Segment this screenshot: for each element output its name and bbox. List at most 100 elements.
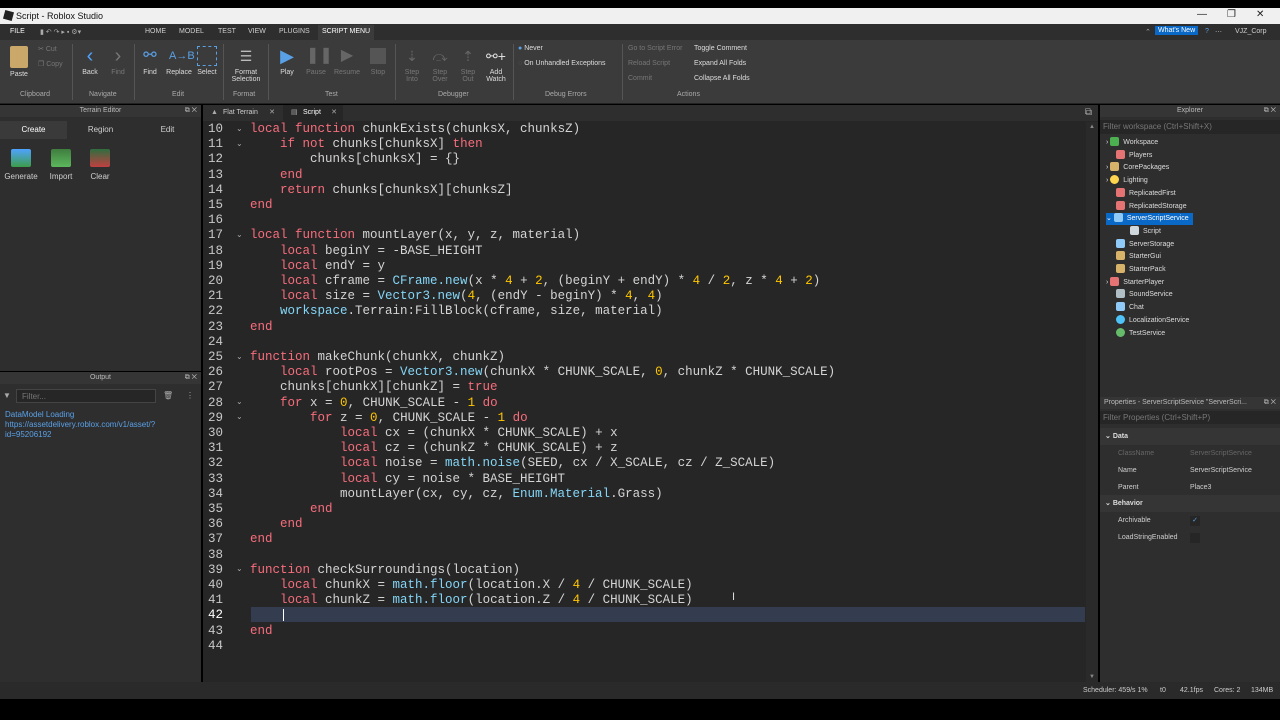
- more-options-icon[interactable]: ⋮: [186, 391, 194, 400]
- property-value[interactable]: ServerScriptService: [1190, 462, 1252, 479]
- whats-new-button[interactable]: What's New: [1155, 26, 1199, 35]
- play-button[interactable]: ▶ Play: [274, 46, 300, 76]
- fold-arrow-icon[interactable]: ⌄: [236, 230, 243, 239]
- fold-arrow-icon[interactable]: ⌄: [236, 139, 243, 148]
- archivable-checkbox[interactable]: ✓: [1190, 516, 1200, 526]
- never-radio[interactable]: ● Never: [518, 45, 543, 52]
- property-row-archivable[interactable]: Archivable ✓: [1100, 512, 1280, 529]
- loadstring-checkbox[interactable]: [1190, 533, 1200, 543]
- share-icon[interactable]: ⋯: [1215, 28, 1222, 36]
- split-view-icon[interactable]: ⧉: [1085, 107, 1092, 118]
- tab-model[interactable]: MODEL: [179, 28, 204, 35]
- tab-region[interactable]: Region: [67, 121, 134, 139]
- expand-arrow-icon[interactable]: ›: [1106, 164, 1108, 171]
- resume-button[interactable]: ▶ Resume: [333, 46, 361, 76]
- step-into-button[interactable]: ⇣ Step Into: [400, 46, 424, 83]
- property-row-classname[interactable]: ClassName ServerScriptService: [1100, 445, 1280, 462]
- fold-arrow-icon[interactable]: ⌄: [236, 412, 243, 421]
- find-button[interactable]: ⚯ Find: [138, 46, 162, 76]
- replace-button[interactable]: A→B Replace: [165, 46, 195, 76]
- tree-item-soundservice[interactable]: SoundService: [1116, 289, 1173, 301]
- tree-item-lighting[interactable]: › Lighting: [1106, 175, 1148, 187]
- commit-button[interactable]: Commit: [628, 75, 652, 82]
- quick-access-icons[interactable]: ▮ ↶ ↷ ▸ ▪ ⚙▾: [40, 28, 81, 36]
- property-value[interactable]: Place3: [1190, 479, 1211, 496]
- tab-plugins[interactable]: PLUGINS: [279, 28, 310, 35]
- tree-item-chat[interactable]: Chat: [1116, 302, 1144, 314]
- toggle-comment-button[interactable]: Toggle Comment: [694, 45, 747, 52]
- section-data[interactable]: ⌄ Data: [1100, 428, 1280, 445]
- tab-script-menu[interactable]: SCRIPT MENU: [318, 25, 375, 40]
- fold-arrow-icon[interactable]: ⌄: [236, 397, 243, 406]
- explorer-filter-input[interactable]: Filter workspace (Ctrl+Shift+X): [1100, 120, 1280, 134]
- panel-controls-icon[interactable]: ⧉ ✕: [185, 372, 197, 384]
- stop-button[interactable]: Stop: [366, 46, 390, 76]
- expand-arrow-icon[interactable]: ›: [1106, 279, 1108, 286]
- collapse-arrow-icon[interactable]: ⌄: [1106, 215, 1112, 222]
- copy-button[interactable]: ❐ Copy: [38, 60, 63, 68]
- panel-controls-icon[interactable]: ⧉ ✕: [1263, 397, 1276, 409]
- code-area[interactable]: 10 ⌄ local function chunkExists(chunksX,…: [203, 122, 1098, 682]
- tab-flat-terrain[interactable]: ▲ Flat Terrain ✕: [203, 105, 281, 121]
- tab-script[interactable]: ▤ Script ✕: [283, 105, 343, 121]
- filter-icon[interactable]: ▼: [3, 391, 13, 400]
- tree-item-startergui[interactable]: StarterGui: [1116, 251, 1161, 263]
- generate-button[interactable]: Generate: [2, 149, 40, 181]
- property-row-name[interactable]: Name ServerScriptService: [1100, 462, 1280, 479]
- clear-output-icon[interactable]: 🗑: [163, 391, 173, 400]
- editor-scrollbar[interactable]: ▲ ▼: [1086, 122, 1098, 682]
- tree-item-corepackages[interactable]: › CorePackages: [1106, 162, 1169, 174]
- fold-arrow-icon[interactable]: ⌄: [236, 564, 243, 573]
- import-button[interactable]: Import: [42, 149, 80, 181]
- step-out-button[interactable]: ⇡ Step Out: [456, 46, 480, 83]
- properties-filter-input[interactable]: Filter Properties (Ctrl+Shift+P): [1100, 411, 1280, 424]
- property-row-loadstringenabled[interactable]: LoadStringEnabled: [1100, 529, 1280, 546]
- tree-item-serverstorage[interactable]: ServerStorage: [1116, 238, 1174, 251]
- expand-all-folds-button[interactable]: Expand All Folds: [694, 60, 746, 67]
- tab-view[interactable]: VIEW: [248, 28, 266, 35]
- minimize-button[interactable]: —: [1197, 9, 1207, 20]
- back-button[interactable]: ‹ Back: [78, 46, 102, 76]
- tree-item-testservice[interactable]: TestService: [1116, 327, 1165, 340]
- scroll-up-icon[interactable]: ▲: [1089, 124, 1095, 130]
- clear-button[interactable]: Clear: [81, 149, 119, 181]
- close-button[interactable]: ✕: [1256, 9, 1264, 20]
- maximize-button[interactable]: ❐: [1227, 9, 1236, 20]
- cut-button[interactable]: ✂ Cut: [38, 45, 57, 53]
- tree-item-replicatedfirst[interactable]: ReplicatedFirst: [1116, 187, 1176, 200]
- section-behavior[interactable]: ⌄ Behavior: [1100, 495, 1280, 512]
- property-row-parent[interactable]: Parent Place3: [1100, 479, 1280, 496]
- output-filter-input[interactable]: Filter...: [16, 389, 156, 403]
- tab-edit[interactable]: Edit: [134, 121, 201, 139]
- tab-test[interactable]: TEST: [218, 28, 236, 35]
- tree-item-localizationservice[interactable]: LocalizationService: [1116, 314, 1189, 327]
- pause-button[interactable]: ❚❚ Pause: [304, 46, 333, 76]
- tab-create[interactable]: Create: [0, 121, 67, 139]
- tree-item-starterpack[interactable]: StarterPack: [1116, 264, 1166, 276]
- close-tab-icon[interactable]: ✕: [269, 105, 275, 121]
- help-icon[interactable]: ?: [1205, 28, 1209, 35]
- expand-arrow-icon[interactable]: ›: [1106, 139, 1108, 146]
- format-selection-button[interactable]: ☰ Format Selection: [226, 46, 266, 83]
- scroll-down-icon[interactable]: ▼: [1089, 674, 1095, 680]
- tree-item-players[interactable]: Players: [1116, 149, 1152, 162]
- fold-arrow-icon[interactable]: ⌄: [236, 124, 243, 133]
- tree-item-script[interactable]: Script: [1130, 225, 1161, 238]
- navigate-find-button[interactable]: › Find: [106, 46, 130, 76]
- select-button[interactable]: Select: [195, 46, 219, 76]
- tree-item-starterplayer[interactable]: › StarterPlayer: [1106, 276, 1164, 289]
- expand-arrow-icon[interactable]: ›: [1106, 177, 1108, 184]
- collapse-ribbon-icon[interactable]: ⌃: [1145, 28, 1151, 36]
- collapse-all-folds-button[interactable]: Collapse All Folds: [694, 75, 750, 82]
- user-name[interactable]: VJZ_Corp: [1235, 28, 1267, 35]
- close-tab-icon[interactable]: ✕: [331, 105, 337, 121]
- tree-item-serverscriptservice[interactable]: ⌄ ServerScriptService: [1106, 213, 1193, 226]
- paste-button[interactable]: Paste: [6, 46, 32, 78]
- panel-controls-icon[interactable]: ⧉ ✕: [185, 105, 197, 117]
- go-to-script-error-button[interactable]: Go to Script Error: [628, 45, 682, 52]
- step-over-button[interactable]: ⤼ Step Over: [428, 46, 452, 83]
- add-watch-button[interactable]: ⚯+ Add Watch: [483, 46, 509, 83]
- file-menu[interactable]: FILE: [10, 28, 25, 35]
- panel-controls-icon[interactable]: ⧉ ✕: [1264, 105, 1276, 117]
- tab-home[interactable]: HOME: [145, 28, 166, 35]
